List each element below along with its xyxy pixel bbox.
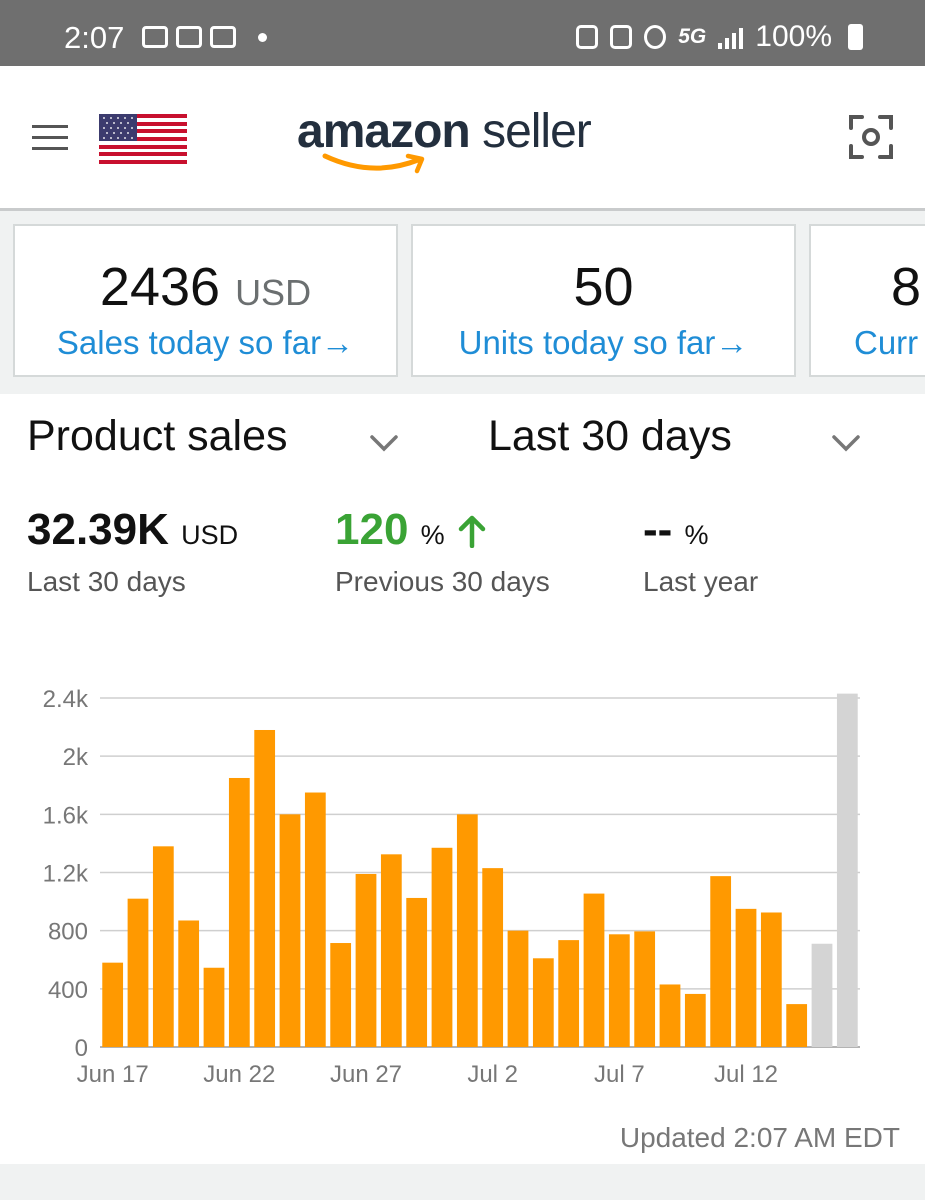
updated-timestamp: Updated 2:07 AM EDT (619, 1122, 900, 1153)
x-tick-label: Jul 12 (714, 1061, 778, 1088)
status-bar: 2:07 5G 100% (0, 0, 925, 66)
metric-previous-label: Previous 30 days (335, 566, 550, 597)
chart-bar[interactable] (431, 847, 453, 1047)
status-right: 5G 100% (576, 20, 863, 54)
metric-last-year-label: Last year (643, 566, 759, 597)
x-tick-label: Jul 7 (594, 1061, 645, 1088)
amazon-smile-icon (322, 153, 425, 174)
kpi-card-partial[interactable]: 8 Curr (809, 224, 925, 377)
chart-bar-projected[interactable] (811, 943, 833, 1047)
chart-bar[interactable] (710, 876, 732, 1047)
arrow-up-icon (458, 515, 486, 549)
nfc-icon (610, 25, 633, 49)
chevron-down-icon[interactable] (831, 434, 861, 452)
y-tick-label: 1.2k (43, 861, 89, 888)
chart-bar[interactable] (659, 984, 681, 1047)
chart-bar[interactable] (532, 958, 554, 1047)
kpi-sales-link[interactable]: Sales today so far→ (15, 324, 396, 362)
kpi-value: 50 (573, 257, 634, 317)
battery-icon (848, 24, 863, 50)
chart-bar[interactable] (456, 814, 478, 1047)
metric-last-year: -- % (643, 505, 709, 554)
chart-bar[interactable] (304, 792, 326, 1047)
y-tick-label: 1.6k (43, 802, 89, 829)
battery-percent: 100% (755, 20, 832, 53)
chart-bar[interactable] (760, 912, 782, 1047)
chart-bar[interactable] (558, 940, 580, 1047)
status-time: 2:07 (64, 20, 125, 55)
network-type: 5G (678, 25, 707, 48)
chart-bar[interactable] (127, 898, 149, 1047)
kpi-card-sales[interactable]: 2436 USD Sales today so far→ (13, 224, 398, 377)
alarm-icon (644, 25, 667, 49)
y-tick-label: 0 (75, 1035, 88, 1062)
y-tick-label: 400 (48, 977, 88, 1004)
chevron-down-icon[interactable] (369, 434, 399, 452)
kpi-partial-link[interactable]: Curr (854, 324, 925, 362)
gallery-icon (142, 26, 168, 48)
chart-bar[interactable] (355, 873, 377, 1047)
chart-bar[interactable] (178, 920, 200, 1047)
notification-icons (142, 26, 267, 48)
mail-icon (176, 26, 202, 48)
metric-current: 32.39K USD (27, 505, 239, 554)
x-tick-label: Jun 22 (203, 1061, 275, 1088)
metric-unit: % (684, 520, 709, 550)
logo-sub: seller (482, 105, 592, 158)
chart-bar-projected[interactable] (836, 693, 858, 1047)
chart-bar[interactable] (406, 897, 428, 1047)
chart-bar[interactable] (608, 934, 630, 1047)
chart-bar[interactable] (684, 993, 706, 1047)
sales-bar-chart: 0 400 800 1.2k 1.6k 2k 2.4k Jun 17 Jun 22 Jun 27 J… (43, 686, 860, 1088)
logo-main: amazon (297, 105, 471, 158)
range-selector[interactable]: Last 30 days (488, 412, 732, 461)
kpi-value: 2436 USD (99, 257, 312, 317)
kpi-card-units[interactable]: 50 Units today so far→ (411, 224, 796, 377)
chart-bar[interactable] (152, 846, 174, 1047)
chart-bar[interactable] (228, 777, 250, 1047)
chart-bar[interactable] (583, 893, 605, 1047)
chart-bar[interactable] (735, 908, 757, 1047)
metric-unit: USD (181, 520, 239, 550)
chart-bar[interactable] (482, 868, 504, 1047)
metric-unit: % (420, 520, 445, 550)
x-tick-label: Jun 27 (330, 1061, 402, 1088)
chart-bar[interactable] (634, 931, 656, 1047)
metric-previous: 120 % (335, 505, 487, 555)
y-tick-label: 800 (48, 919, 88, 946)
kpi-units-link[interactable]: Units today so far→ (413, 324, 794, 362)
recycle-icon (576, 25, 599, 49)
chart-bar[interactable] (102, 962, 124, 1047)
metric-selector[interactable]: Product sales (27, 412, 288, 461)
chart-bar[interactable] (254, 729, 276, 1047)
chart-bar[interactable] (203, 967, 225, 1047)
y-tick-label: 2.4k (43, 686, 89, 713)
kpi-unit: USD (235, 272, 312, 313)
kpi-strip: 2436 USD Sales today so far→ 50 Units to… (0, 211, 925, 394)
chart-bar[interactable] (507, 930, 529, 1047)
more-notifications-icon (258, 32, 267, 42)
mail-icon (210, 26, 236, 48)
metric-current-label: Last 30 days (27, 566, 186, 597)
x-tick-label: Jun 17 (77, 1061, 149, 1088)
chart-bar[interactable] (786, 1004, 808, 1047)
us-flag-icon[interactable] (99, 114, 187, 164)
amazon-seller-logo: amazon seller (297, 104, 592, 159)
bottom-divider (0, 1164, 925, 1200)
kpi-value: 8 (891, 257, 922, 317)
signal-icon (718, 25, 744, 49)
app-bar: amazon seller (0, 66, 925, 211)
menu-icon[interactable] (32, 125, 68, 151)
chart-bar[interactable] (380, 854, 402, 1047)
x-tick-label: Jul 2 (467, 1061, 518, 1088)
y-tick-label: 2k (63, 744, 89, 771)
chart-bar[interactable] (279, 814, 301, 1047)
chart-bar[interactable] (330, 943, 352, 1047)
scan-icon[interactable] (848, 114, 894, 160)
